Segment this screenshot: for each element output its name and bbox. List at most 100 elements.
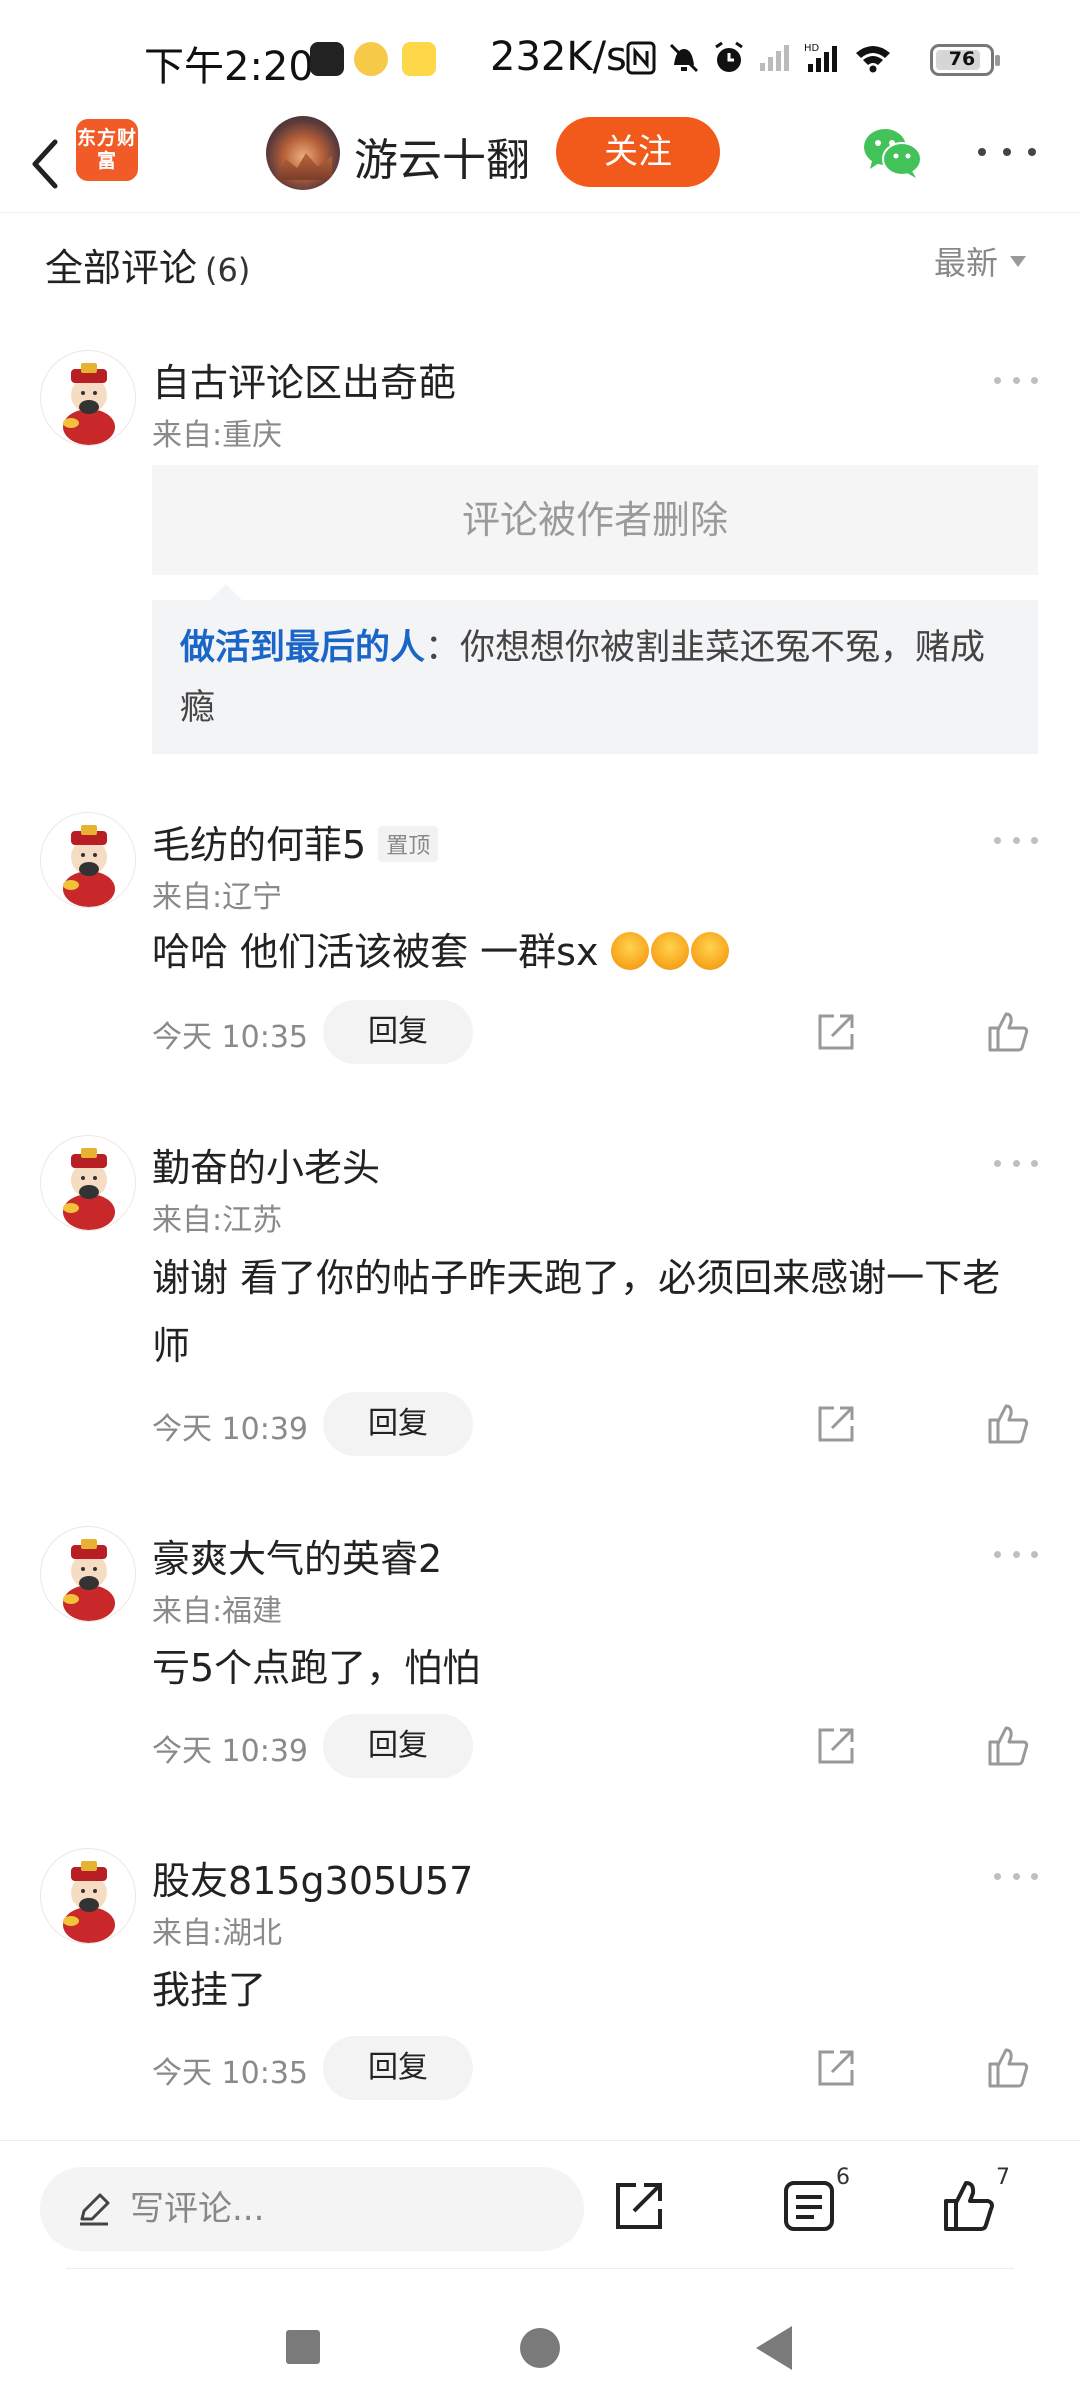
dot <box>1003 148 1011 156</box>
share-icon[interactable] <box>812 1722 860 1770</box>
commenter-nickname[interactable]: 勤奋的小老头 <box>152 1137 380 1192</box>
comment-time: 今天 10:35 <box>152 2056 308 2091</box>
deleted-comment-notice: 评论被作者删除 <box>152 465 1038 575</box>
commenter-avatar[interactable] <box>40 1526 136 1622</box>
share-icon[interactable] <box>610 2177 668 2235</box>
author-avatar[interactable] <box>266 116 340 190</box>
likes-count-badge: 7 <box>996 2165 1010 2190</box>
reply-button[interactable]: 回复 <box>323 1000 473 1064</box>
commenter-nickname[interactable]: 豪爽大气的英睿2 <box>152 1528 442 1583</box>
reply-button[interactable]: 回复 <box>323 2036 473 2100</box>
comment-time: 今天 10:39 <box>152 1734 308 1769</box>
comment-text: 谢谢 看了你的帖子昨天跑了，必须回来感谢一下老师 <box>152 1256 1001 1368</box>
commenter-nickname[interactable]: 自古评论区出奇葩 <box>152 352 456 407</box>
wechat-share-button[interactable] <box>862 125 924 181</box>
thumbs-up-icon[interactable] <box>984 2044 1032 2092</box>
caishen-avatar-icon <box>41 813 135 907</box>
dizzy-face-emoji-icon <box>610 931 649 970</box>
status-time: 下午2:20 <box>144 44 314 90</box>
pinned-badge: 置顶 <box>378 825 439 862</box>
comments-title-label: 全部评论 <box>45 246 198 290</box>
divider <box>66 2268 1014 2269</box>
write-comment-input[interactable]: 写评论... <box>40 2167 584 2251</box>
wechat-icon <box>864 129 922 178</box>
commenter-avatar[interactable] <box>40 350 136 446</box>
thumbs-up-icon[interactable] <box>984 1400 1032 1448</box>
thumbs-up-icon[interactable] <box>984 1008 1032 1056</box>
svg-text:HD: HD <box>804 43 820 54</box>
follow-button[interactable]: 关注 <box>556 117 720 187</box>
quoted-reply[interactable]: 做活到最后的人：你想想你被割韭菜还冤不冤，赌成瘾 <box>152 600 1038 754</box>
home-button[interactable] <box>520 2328 560 2368</box>
comment-text: 我挂了 <box>152 1968 267 2012</box>
dot <box>1028 148 1036 156</box>
dizzy-face-emoji-icon <box>650 931 689 970</box>
comment-more-button[interactable] <box>994 1153 1038 1173</box>
commenter-nickname-text[interactable]: 毛纺的何菲5 <box>152 823 366 867</box>
comment-more-button[interactable] <box>994 1544 1038 1564</box>
comments-title: 全部评论 (6) <box>45 237 250 292</box>
comments-count: (6) <box>205 251 251 289</box>
back-button[interactable] <box>18 127 72 201</box>
commenter-avatar[interactable] <box>40 1135 136 1231</box>
sort-dropdown[interactable]: 最新 <box>934 238 1027 284</box>
signal-weak-icon <box>760 45 789 71</box>
sort-label: 最新 <box>934 244 999 282</box>
comment-text: 哈哈 他们活该被套 一群sx <box>152 918 1032 986</box>
comment-more-button[interactable] <box>994 370 1038 390</box>
nav-back-button[interactable] <box>756 2326 792 2370</box>
commenter-location: 来自:湖北 <box>152 1916 283 1951</box>
commenter-location: 来自:江苏 <box>152 1203 283 1238</box>
quoted-author[interactable]: 做活到最后的人 <box>180 628 425 668</box>
app-notification-icon <box>402 42 436 76</box>
dot <box>978 148 986 156</box>
thumbs-up-icon[interactable] <box>940 2177 998 2235</box>
share-icon[interactable] <box>812 1400 860 1448</box>
mute-icon <box>669 43 699 73</box>
network-speed: 232K/s <box>490 34 627 80</box>
comment-text-content: 哈哈 他们活该被套 一群sx <box>152 930 599 974</box>
author-name[interactable]: 游云十翻 <box>354 124 530 188</box>
commenter-location: 来自:辽宁 <box>152 880 283 915</box>
share-icon[interactable] <box>812 2044 860 2092</box>
more-options-button[interactable] <box>978 137 1036 167</box>
reply-button[interactable]: 回复 <box>323 1392 473 1456</box>
quote-pointer <box>210 584 242 600</box>
caishen-avatar-icon <box>41 1527 135 1621</box>
commenter-nickname[interactable]: 毛纺的何菲5 置顶 <box>152 814 439 869</box>
brand-logo[interactable]: 东方财富 <box>76 119 138 181</box>
caret-down-icon <box>1010 255 1027 267</box>
reply-button[interactable]: 回复 <box>323 1714 473 1778</box>
caishen-avatar-icon <box>41 1849 135 1943</box>
status-bar: 下午2:20 232K/s HD 76 <box>0 0 1080 115</box>
dizzy-face-emoji-icon <box>690 931 729 970</box>
nfc-icon <box>626 41 656 75</box>
thumbs-up-icon[interactable] <box>984 1722 1032 1770</box>
commenter-avatar[interactable] <box>40 812 136 908</box>
bottom-action-bar: 写评论... 6 7 <box>0 2140 1080 2270</box>
comment-more-button[interactable] <box>994 830 1038 850</box>
comments-count-badge: 6 <box>836 2165 850 2190</box>
system-nav-bar <box>0 2290 1080 2400</box>
commenter-avatar[interactable] <box>40 1848 136 1944</box>
commenter-location: 来自:重庆 <box>152 418 283 453</box>
caishen-avatar-icon <box>41 1136 135 1230</box>
wifi-icon <box>856 46 890 73</box>
commenter-nickname[interactable]: 股友815g305U57 <box>152 1850 473 1905</box>
post-header: 东方财富 游云十翻 关注 <box>0 115 1080 213</box>
write-comment-placeholder: 写评论... <box>130 2189 265 2229</box>
signal-hd-icon: HD <box>804 43 837 72</box>
share-icon[interactable] <box>812 1008 860 1056</box>
status-icons: HD <box>626 38 892 78</box>
comment-time: 今天 10:35 <box>152 1020 308 1055</box>
alarm-icon <box>715 41 743 72</box>
battery-indicator: 76 <box>930 44 1000 76</box>
recent-apps-button[interactable] <box>286 2330 320 2364</box>
chevron-left-icon <box>32 139 58 189</box>
pen-icon <box>80 2193 110 2226</box>
comments-icon[interactable] <box>780 2177 838 2235</box>
battery-level: 76 <box>948 48 976 70</box>
app-notification-icon <box>354 42 388 76</box>
comment-more-button[interactable] <box>994 1866 1038 1886</box>
comment-text: 亏5个点跑了，怕怕 <box>152 1646 481 1690</box>
